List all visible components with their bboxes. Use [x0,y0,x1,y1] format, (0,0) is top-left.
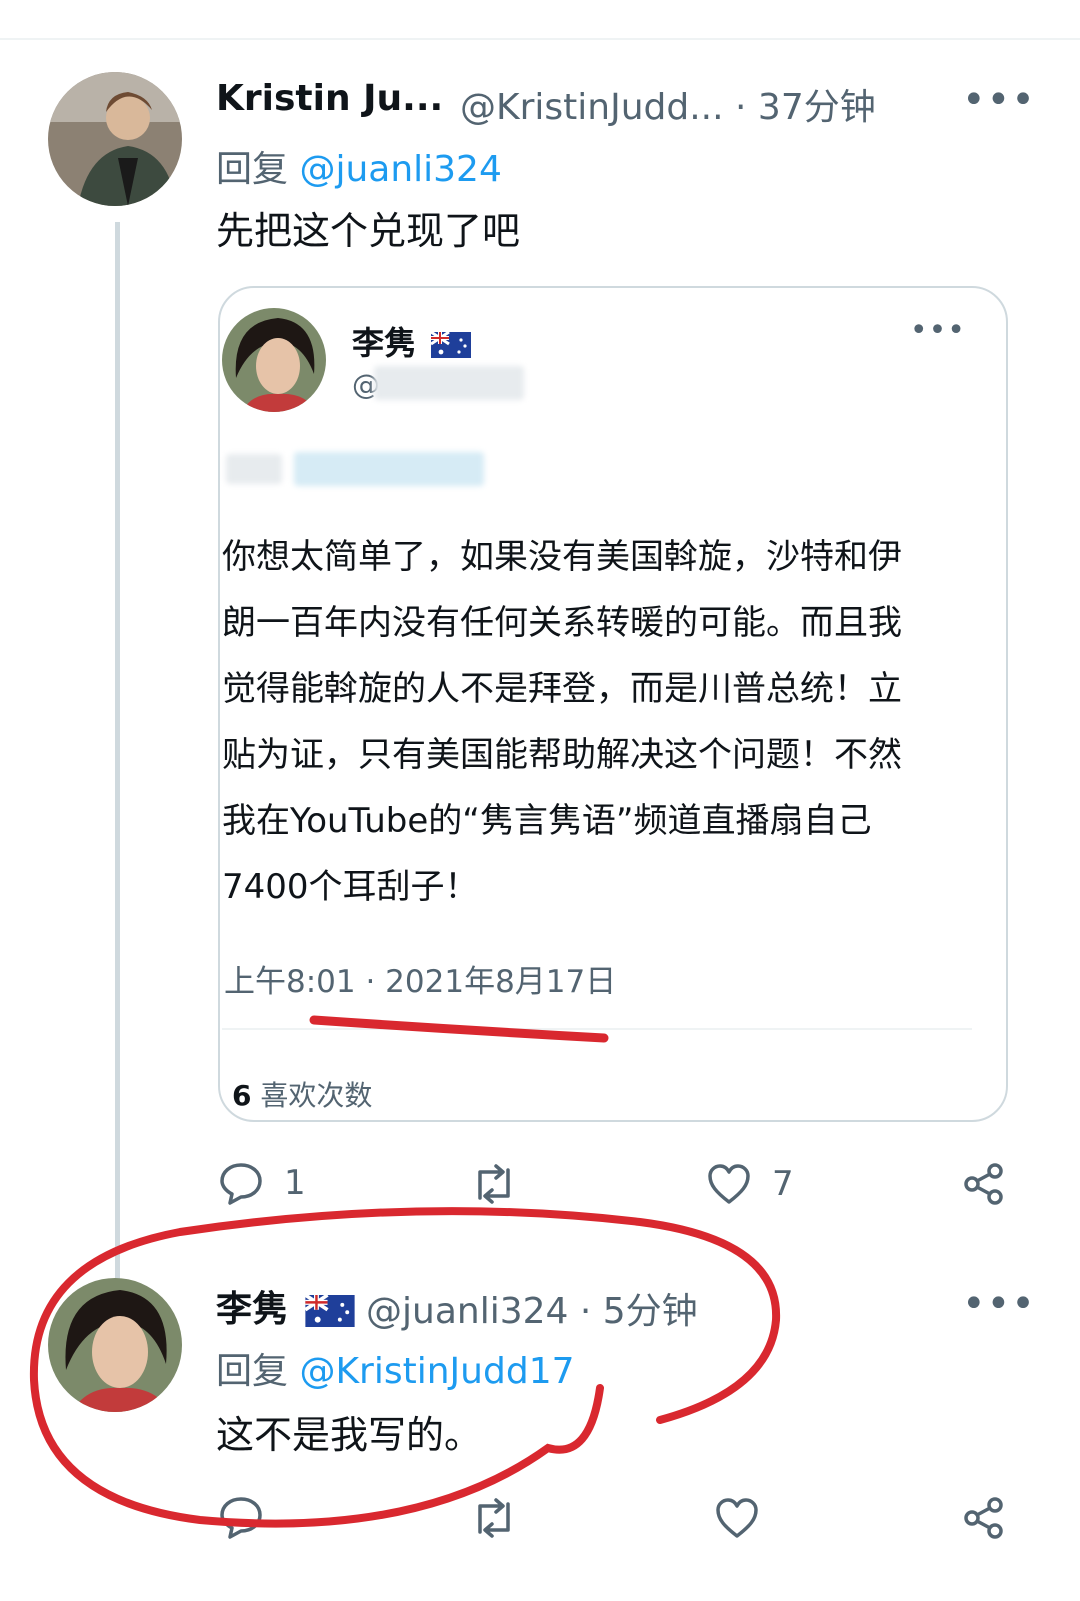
like-button[interactable]: 7 [706,1162,794,1206]
user-photo-icon [222,308,326,412]
reply-mention-link[interactable]: @KristinJudd17 [299,1351,574,1392]
likes-count: 6 [232,1079,252,1112]
quoted-tweet-text: 你想太简单了，如果没有美国斡旋，沙特和伊 朗一百年内没有任何关系转暖的可能。而且… [222,537,902,907]
quoted-author-name-text: 李隽 [352,324,417,362]
blurred-handle [374,366,524,400]
author-name-text: 李隽 [216,1289,289,1330]
australia-flag-icon [431,332,472,358]
kristin-avatar[interactable] [48,72,182,206]
reply-to-line: 回复 @juanli324 [216,140,502,192]
quoted-timestamp[interactable]: 上午8:01 · 2021年8月17日 [224,956,616,1001]
retweet-button[interactable] [470,1496,518,1540]
reply-count: 1 [284,1163,306,1203]
share-icon [964,1163,1003,1205]
tweet-text: 这不是我写的。 [216,1413,483,1457]
blurred-reply-line-a [226,454,282,484]
quoted-tweet-card[interactable]: 李隽 @ ••• 你想太简单了，如果没有美国斡旋，沙特和伊 朗一百年内没有任何关… [218,286,1008,1122]
more-options-icon[interactable]: ••• [962,80,1036,120]
australia-flag-icon [304,1295,355,1327]
reply-mention-link[interactable]: @juanli324 [299,149,501,190]
like-button[interactable] [714,1496,760,1540]
tweet-time[interactable]: · 37分钟 [724,87,876,128]
retweet-icon [478,1164,510,1204]
author-name[interactable]: Kristin Ju... [216,78,443,119]
tweet-text: 先把这个兑现了吧 [216,209,521,253]
top-divider [0,38,1080,40]
share-button[interactable] [962,1496,1006,1540]
reply-icon [220,1497,262,1539]
reply-button[interactable]: 1 [218,1160,306,1206]
heart-icon [716,1498,758,1538]
author-name[interactable]: 李隽 [216,1280,355,1332]
juanli-avatar[interactable] [48,1278,182,1412]
more-options-icon[interactable]: ••• [962,1284,1036,1324]
user-photo-icon [48,1278,182,1412]
author-meta: @juanli324 · 5分钟 [366,1282,698,1334]
author-handle[interactable]: @KristinJudd... [460,87,724,128]
quoted-divider [222,1028,972,1030]
share-icon [964,1497,1003,1539]
quoted-author-avatar[interactable] [222,308,326,412]
like-count: 7 [772,1164,794,1204]
retweet-icon [478,1498,510,1538]
retweet-button[interactable] [470,1162,518,1206]
quoted-likes[interactable]: 6 喜欢次数 [232,1074,372,1114]
thread-connector-line [115,222,120,1282]
reply-button[interactable] [218,1494,264,1540]
reply-icon [220,1163,262,1205]
reply-prefix: 回复 [216,149,300,190]
likes-label: 喜欢次数 [251,1079,373,1112]
quoted-author-name[interactable]: 李隽 [352,318,472,364]
blurred-reply-line-b [294,452,484,486]
heart-icon [708,1164,750,1204]
user-photo-icon [48,72,182,206]
quoted-more-options-icon[interactable]: ••• [910,316,966,346]
reply-prefix: 回复 [216,1351,300,1392]
author-meta: @KristinJudd... · 37分钟 [460,78,876,130]
share-button[interactable] [962,1162,1006,1206]
tweet-time[interactable]: · 5分钟 [568,1291,698,1332]
reply-to-line: 回复 @KristinJudd17 [216,1342,575,1394]
author-handle[interactable]: @juanli324 [366,1291,568,1332]
